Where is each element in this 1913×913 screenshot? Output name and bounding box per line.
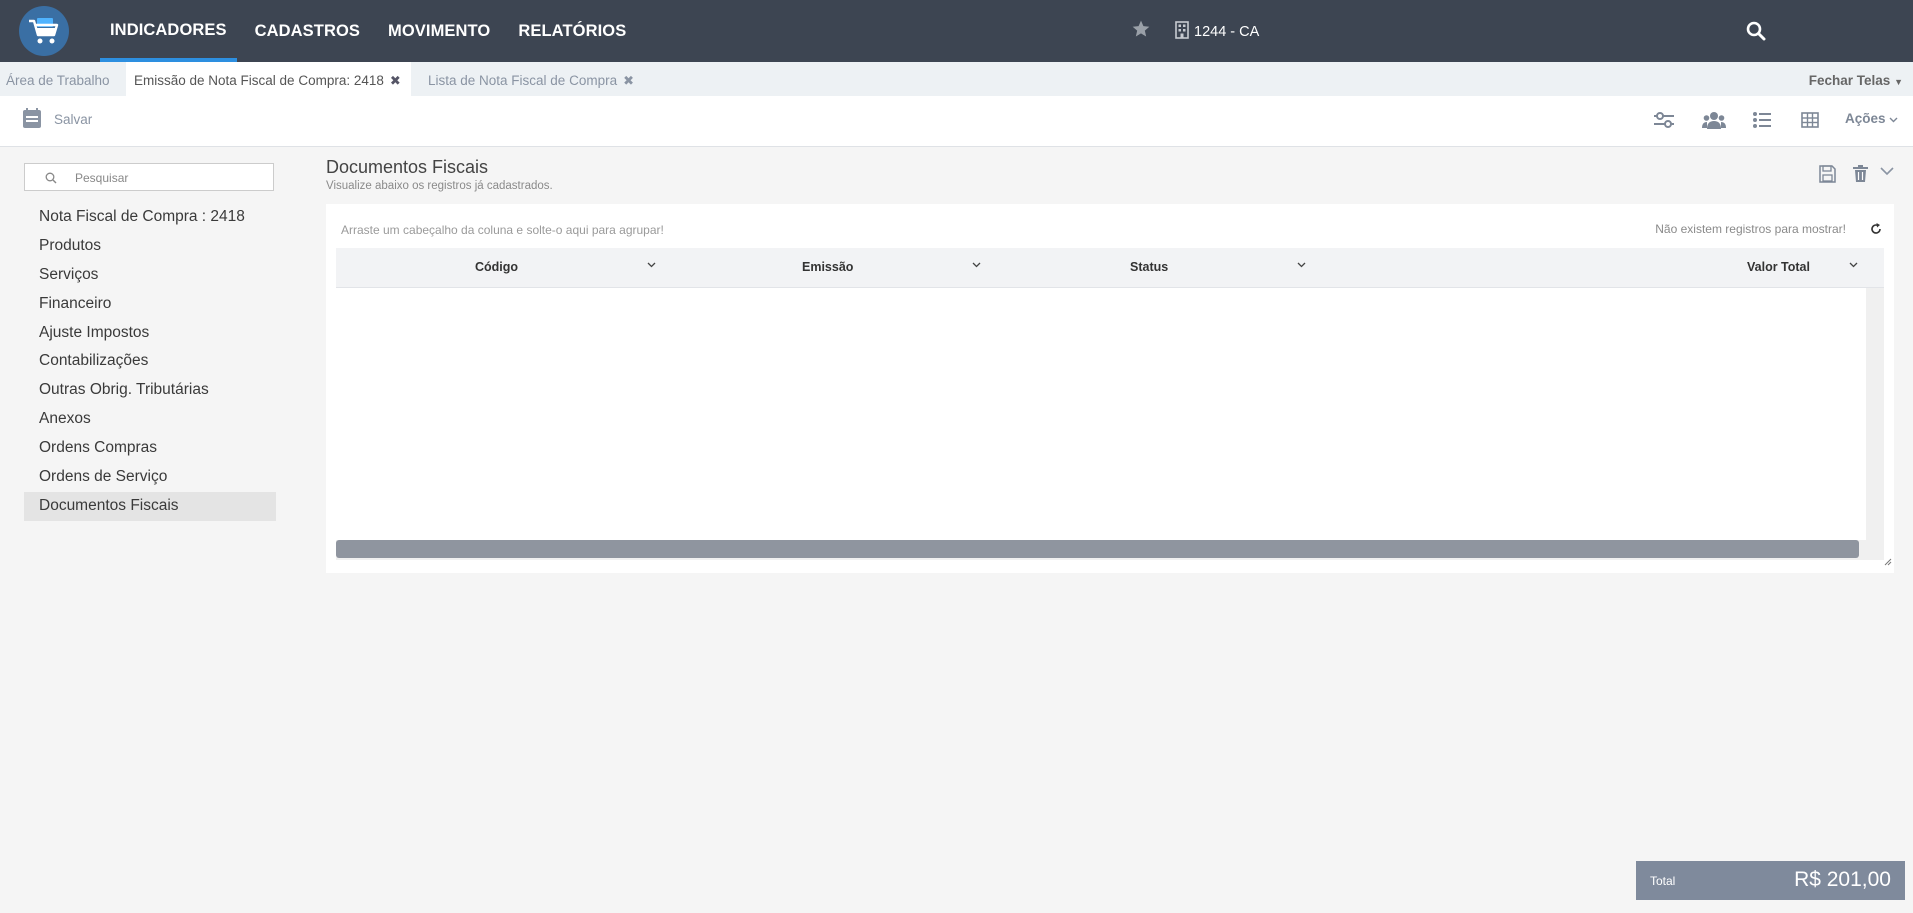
actions-dropdown[interactable]: Ações (1845, 111, 1898, 126)
sidebar-search-input[interactable] (73, 167, 267, 189)
sidebar-item-documentos-fiscais[interactable]: Documentos Fiscais (24, 491, 276, 521)
no-records-message: Não existem registros para mostrar! (1655, 222, 1846, 236)
column-label: Status (1130, 260, 1169, 274)
save-label: Salvar (54, 112, 93, 127)
chevron-down-icon[interactable] (1297, 262, 1306, 268)
star-icon[interactable] (1131, 19, 1151, 44)
sidebar-item-outras-obrig[interactable]: Outras Obrig. Tributárias (24, 376, 276, 405)
sidebar-item-ordens-compras[interactable]: Ordens Compras (24, 434, 276, 463)
sidebar-item-anexos[interactable]: Anexos (24, 405, 276, 434)
resize-handle-icon[interactable] (1884, 553, 1892, 571)
horizontal-scrollbar-thumb[interactable] (336, 540, 1859, 558)
close-all-label: Fechar Telas (1808, 73, 1891, 88)
nav-item-movimento[interactable]: MOVIMENTO (378, 0, 500, 62)
group-drop-zone[interactable]: Arraste um cabeçalho da coluna e solte-o… (341, 223, 664, 237)
chevron-down-icon (1889, 111, 1898, 126)
tab-label: Emissão de Nota Fiscal de Compra: 2418 (134, 73, 384, 88)
tab-label: Lista de Nota Fiscal de Compra (428, 73, 618, 88)
chevron-down-icon[interactable] (1849, 262, 1858, 268)
save-icon (22, 107, 42, 132)
grid-body (336, 288, 1866, 540)
search-icon[interactable] (1746, 21, 1766, 46)
vertical-scrollbar[interactable] (1866, 288, 1884, 560)
total-label: Total (1650, 874, 1676, 888)
save-button[interactable]: Salvar (22, 107, 92, 132)
sidebar-item-produtos[interactable]: Produtos (24, 232, 276, 261)
actions-label: Ações (1845, 111, 1886, 126)
sidebar-item-financeiro[interactable]: Financeiro (24, 290, 276, 319)
column-label: Código (475, 260, 519, 274)
nav-item-relatorios[interactable]: RELATÓRIOS (508, 0, 636, 62)
sidebar-item-contabilizacoes[interactable]: Contabilizações (24, 347, 276, 376)
grid-header: Código Emissão Status Valor Total (336, 248, 1884, 288)
main-nav: INDICADORES CADASTROS MOVIMENTO RELATÓRI… (100, 0, 644, 62)
sidebar-item-servicos[interactable]: Serviços (24, 261, 276, 290)
window-tabs-bar: Área de Trabalho Emissão de Nota Fiscal … (0, 62, 1913, 96)
panel-subtitle: Visualize abaixo os registros já cadastr… (326, 180, 553, 192)
close-icon[interactable]: ✖ (623, 73, 634, 88)
tab-emissao-nota-fiscal[interactable]: Emissão de Nota Fiscal de Compra: 2418 ✖ (126, 62, 411, 96)
panel-title: Documentos Fiscais (326, 157, 489, 177)
column-header-status[interactable]: Status (986, 248, 1311, 287)
column-header-emissao[interactable]: Emissão (661, 248, 986, 287)
table-icon[interactable] (1801, 110, 1819, 135)
column-label: Valor Total (1747, 260, 1810, 274)
trash-icon[interactable] (1853, 165, 1868, 188)
users-icon[interactable] (1702, 110, 1726, 135)
tab-area-de-trabalho[interactable]: Área de Trabalho (0, 62, 116, 96)
company-label: 1244 - CA (1194, 24, 1260, 40)
column-header-valor-total[interactable]: Valor Total (1311, 248, 1884, 287)
close-icon[interactable]: ✖ (390, 73, 401, 88)
search-icon (45, 172, 57, 184)
tab-lista-nota-fiscal[interactable]: Lista de Nota Fiscal de Compra ✖ (422, 62, 640, 96)
chevron-down-icon[interactable] (647, 262, 656, 268)
sidebar-menu: Nota Fiscal de Compra : 2418 Produtos Se… (24, 203, 276, 521)
collapse-chevron-icon[interactable] (1880, 163, 1894, 181)
column-label: Emissão (802, 260, 854, 274)
building-icon (1175, 21, 1189, 43)
total-summary: Total R$ 201,00 (1636, 861, 1905, 900)
nav-item-indicadores[interactable]: INDICADORES (100, 0, 237, 62)
refresh-icon[interactable] (1870, 222, 1882, 240)
company-selector[interactable]: 1244 - CA (1175, 21, 1259, 43)
documents-grid: Arraste um cabeçalho da coluna e solte-o… (326, 204, 1894, 573)
sidebar-item-ajuste-impostos[interactable]: Ajuste Impostos (24, 319, 276, 348)
nav-item-cadastros[interactable]: CADASTROS (245, 0, 370, 62)
total-value: R$ 201,00 (1794, 868, 1891, 891)
caret-down-icon: ▼ (1894, 77, 1903, 87)
sidebar-item-ordens-servico[interactable]: Ordens de Serviço (24, 463, 276, 492)
column-header-codigo[interactable]: Código (336, 248, 661, 287)
shopping-cart-icon[interactable] (19, 6, 69, 56)
chevron-down-icon[interactable] (972, 262, 981, 268)
save-icon[interactable] (1819, 165, 1836, 188)
sidebar-search-field (24, 163, 274, 191)
tab-label: Área de Trabalho (6, 73, 110, 88)
list-icon[interactable] (1752, 110, 1772, 135)
sidebar-item-nota-fiscal[interactable]: Nota Fiscal de Compra : 2418 (24, 203, 276, 232)
top-navbar: INDICADORES CADASTROS MOVIMENTO RELATÓRI… (0, 0, 1913, 62)
toolbar: Salvar Ações (0, 96, 1913, 147)
sliders-icon[interactable] (1653, 110, 1675, 135)
